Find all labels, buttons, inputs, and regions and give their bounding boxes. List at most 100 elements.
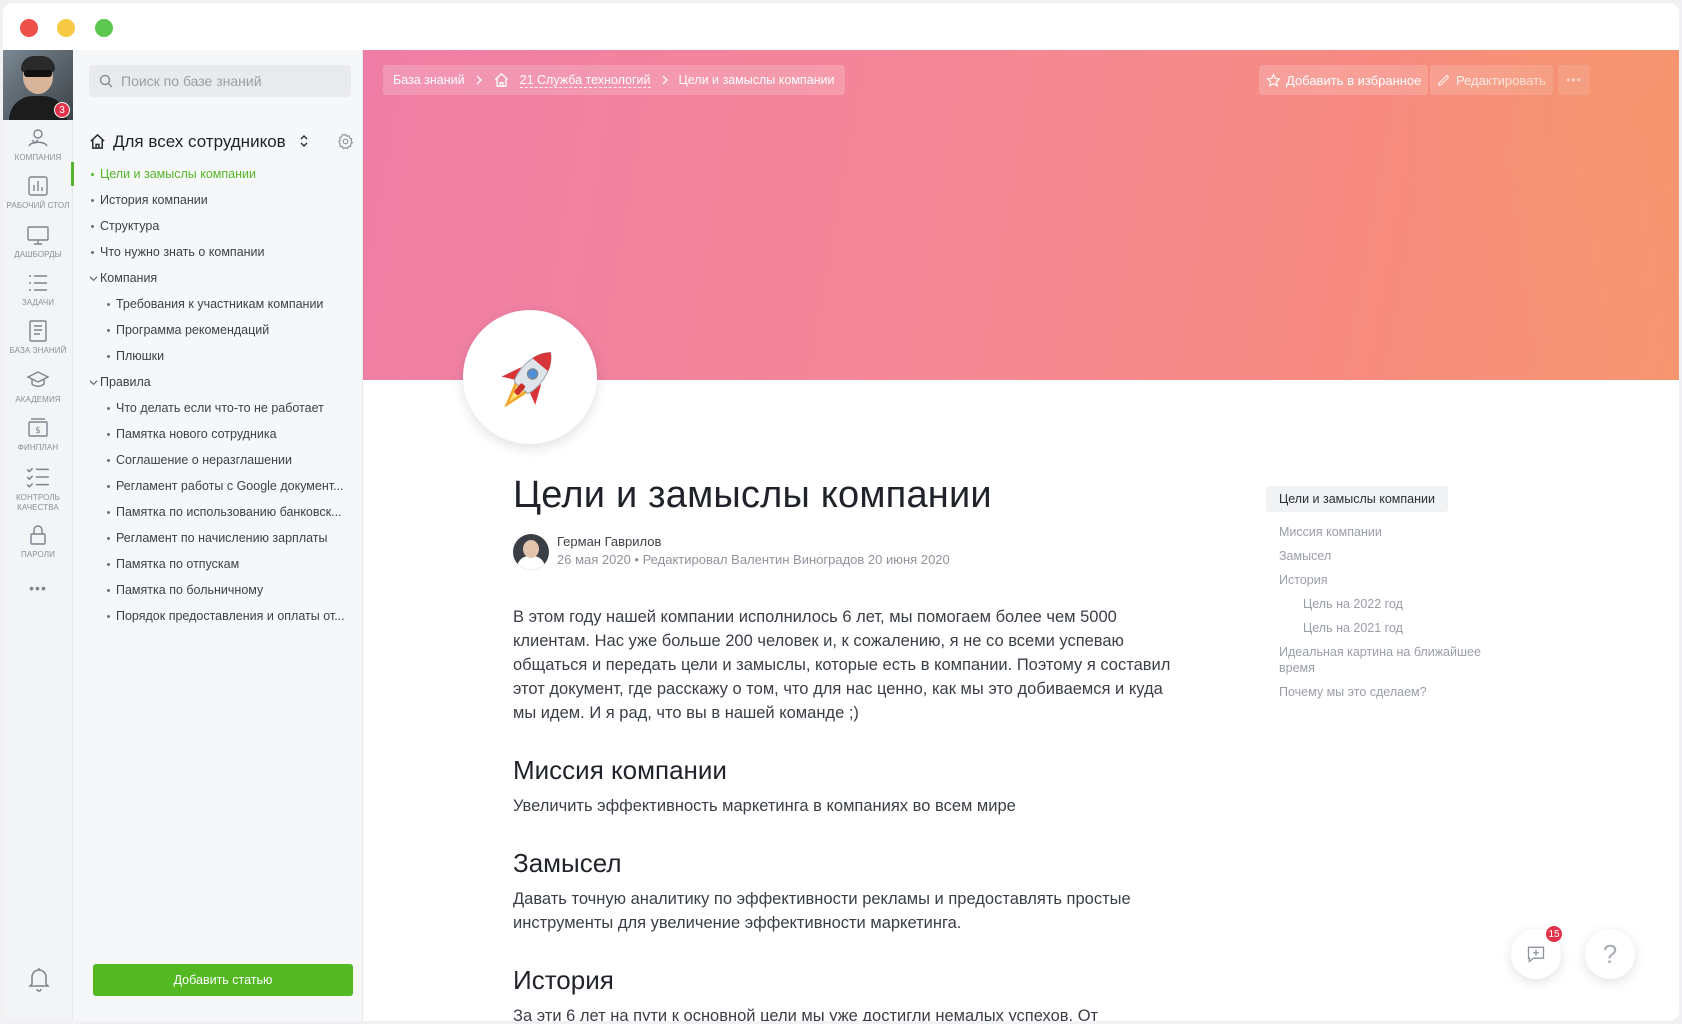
rail-more-button[interactable]: ••• xyxy=(3,580,73,596)
rail-item-knowledge-base[interactable]: БАЗА ЗНАНИЙ xyxy=(3,319,73,356)
search-icon xyxy=(99,74,113,88)
author-name[interactable]: Герман Гаврилов xyxy=(557,534,661,549)
breadcrumb-root[interactable]: База знаний xyxy=(393,73,465,87)
gear-icon[interactable] xyxy=(337,133,354,150)
monitor-icon xyxy=(27,226,49,245)
app-window: 3 КОМПАНИЯ РАБОЧИЙ СТОЛ ДАШБОРДЫ ЗАДАЧИ … xyxy=(3,3,1679,1021)
svg-text:$: $ xyxy=(35,426,41,436)
star-icon xyxy=(1266,72,1281,87)
academy-cap-icon xyxy=(26,371,50,387)
chevron-down-icon xyxy=(89,276,98,282)
article-tree: Цели и замыслы компании История компании… xyxy=(89,163,351,631)
section-text: Давать точную аналитику по эффективности… xyxy=(513,890,1131,932)
minimize-window-button[interactable] xyxy=(57,19,75,37)
edit-button[interactable]: Редактировать xyxy=(1430,65,1553,95)
rail-item-quality[interactable]: КОНТРОЛЬ КАЧЕСТВА xyxy=(3,464,73,513)
tree-folder-rules[interactable]: Правила xyxy=(89,371,351,397)
section-text: За эти 6 лет на пути к основной цели мы … xyxy=(513,1007,1099,1021)
article-intro: В этом году нашей компании исполнилось 6… xyxy=(513,608,1171,722)
article-title: Цели и замыслы компании xyxy=(513,474,992,516)
tree-item[interactable]: Регламент работы с Google документ... xyxy=(89,475,351,501)
toc-item[interactable]: Миссия компании xyxy=(1266,524,1506,540)
chevron-right-icon xyxy=(476,75,482,85)
section-heading: Замысел xyxy=(513,848,622,878)
chat-button[interactable]: 15 xyxy=(1511,925,1563,979)
rail-item-desktop[interactable]: РАБОЧИЙ СТОЛ xyxy=(3,174,73,211)
title-bar xyxy=(3,3,1679,50)
table-of-contents: Цели и замыслы компании Миссия компании … xyxy=(1266,486,1506,700)
tree-item[interactable]: Соглашение о неразглашении xyxy=(89,449,351,475)
breadcrumb-space[interactable]: 21 Служба технологий xyxy=(519,73,651,88)
tree-item[interactable]: История компании xyxy=(89,189,351,215)
tree-item[interactable]: Что нужно знать о компании xyxy=(89,241,351,267)
rail-item-finplan[interactable]: $ ФИНПЛАН xyxy=(3,416,73,453)
pencil-icon xyxy=(1438,74,1450,86)
tree-item[interactable]: Плюшки xyxy=(89,345,351,371)
toc-item[interactable]: История xyxy=(1266,572,1506,588)
chevron-down-icon xyxy=(89,380,98,386)
rail-item-academy[interactable]: АКАДЕМИЯ xyxy=(3,368,73,405)
tree-item[interactable]: Требования к участникам компании xyxy=(89,293,351,319)
toc-item[interactable]: Замысел xyxy=(1266,548,1506,564)
close-window-button[interactable] xyxy=(20,19,38,37)
article-view: База знаний 21 Служба технологий Цели и … xyxy=(363,50,1679,1021)
toc-subitem[interactable]: Цель на 2022 год xyxy=(1266,596,1506,612)
chat-badge: 15 xyxy=(1545,925,1563,943)
space-title: Для всех сотрудников xyxy=(113,132,286,151)
add-article-button[interactable]: Добавить статью xyxy=(93,964,353,996)
rocket-icon xyxy=(501,351,552,408)
article-emoji-avatar[interactable] xyxy=(463,310,597,444)
article-meta: 26 мая 2020 • Редактировал Валентин Вино… xyxy=(557,552,950,567)
rail-item-passwords[interactable]: ПАРОЛИ xyxy=(3,523,73,560)
tree-item[interactable]: Регламент по начислению зарплаты xyxy=(89,527,351,553)
chevron-updown-icon xyxy=(300,134,308,148)
chevron-right-icon xyxy=(661,75,668,85)
notifications-bell-icon[interactable] xyxy=(27,965,51,993)
more-options-button[interactable]: ••• xyxy=(1558,65,1590,95)
author-info: Герман Гаврилов 26 мая 2020 • Редактиров… xyxy=(513,533,1173,573)
active-item-indicator xyxy=(71,162,74,186)
tree-item[interactable]: Структура xyxy=(89,215,351,241)
user-avatar[interactable]: 3 xyxy=(3,50,73,120)
finplan-icon: $ xyxy=(28,418,48,437)
toc-item[interactable]: Почему мы это сделаем? xyxy=(1266,684,1506,700)
user-notification-badge: 3 xyxy=(54,102,70,118)
tree-item[interactable]: Памятка нового сотрудника xyxy=(89,423,351,449)
tree-item[interactable]: Что делать если что-то не работает xyxy=(89,397,351,423)
add-to-favorites-button[interactable]: Добавить в избранное xyxy=(1259,65,1429,95)
tree-item[interactable]: Памятка по отпускам xyxy=(89,553,351,579)
search-box[interactable] xyxy=(89,65,351,97)
breadcrumb: База знаний 21 Служба технологий Цели и … xyxy=(383,65,845,95)
home-icon xyxy=(494,72,508,87)
tree-item[interactable]: Памятка по использованию банковск... xyxy=(89,501,351,527)
app-nav-rail: 3 КОМПАНИЯ РАБОЧИЙ СТОЛ ДАШБОРДЫ ЗАДАЧИ … xyxy=(3,50,73,1021)
help-icon: ? xyxy=(1602,939,1618,969)
breadcrumb-current: Цели и замыслы компании xyxy=(678,73,835,87)
search-input[interactable] xyxy=(121,65,341,97)
quality-check-icon xyxy=(26,467,49,488)
home-icon xyxy=(90,133,105,149)
lock-icon xyxy=(30,525,46,545)
tree-item[interactable]: Цели и замыслы компании xyxy=(89,163,351,189)
toc-subitem[interactable]: Цель на 2021 год xyxy=(1266,620,1506,636)
toc-item[interactable]: Идеальная картина на ближайшее время xyxy=(1266,644,1506,676)
section-heading: Миссия компании xyxy=(513,755,727,785)
maximize-window-button[interactable] xyxy=(95,19,113,37)
article-content: Цели и замыслы компании Герман Гаврилов … xyxy=(513,474,1173,1021)
space-selector[interactable]: Для всех сотрудников xyxy=(89,130,354,154)
tree-item[interactable]: Памятка по больничному xyxy=(89,579,351,605)
rail-item-tasks[interactable]: ЗАДАЧИ xyxy=(3,271,73,308)
tree-item[interactable]: Программа рекомендаций xyxy=(89,319,351,345)
author-avatar[interactable] xyxy=(513,534,549,570)
knowledge-sidebar: Для всех сотрудников Цели и замыслы комп… xyxy=(71,50,363,1021)
help-button[interactable]: ? xyxy=(1585,929,1635,979)
company-icon xyxy=(28,129,48,147)
rail-item-dashboards[interactable]: ДАШБОРДЫ xyxy=(3,223,73,260)
tree-folder-company[interactable]: Компания xyxy=(89,267,351,293)
knowledge-base-icon xyxy=(29,320,47,342)
chat-add-icon xyxy=(1527,946,1545,963)
tree-item[interactable]: Порядок предоставления и оплаты от... xyxy=(89,605,351,631)
rail-item-company[interactable]: КОМПАНИЯ xyxy=(3,126,73,163)
section-text: Увеличить эффективность маркетинга в ком… xyxy=(513,797,1016,815)
toc-current-item[interactable]: Цели и замыслы компании xyxy=(1266,486,1448,512)
